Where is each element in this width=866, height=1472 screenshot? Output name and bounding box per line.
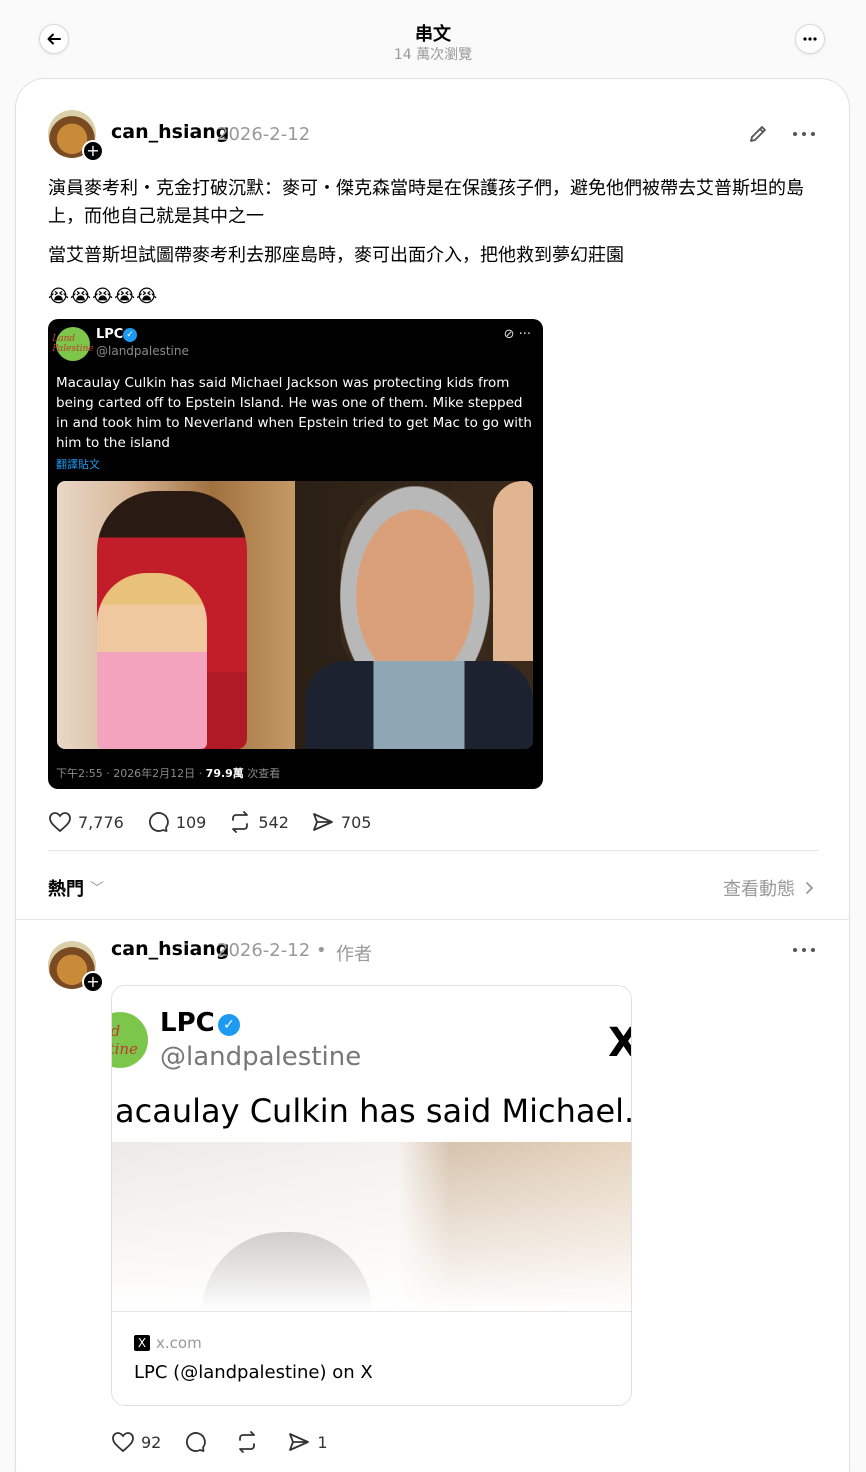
reply-more-icon[interactable] (792, 945, 816, 955)
edit-pencil-icon[interactable] (747, 123, 769, 145)
chevron-down-icon: ﹀ (90, 881, 104, 897)
follow-plus-icon[interactable]: + (82, 140, 104, 162)
post-actions: 7,776 109 542 705 (48, 809, 393, 835)
like-button[interactable]: 92 (111, 1431, 161, 1453)
x-logo-icon: X (608, 1020, 631, 1066)
post-paragraph-1: 演員麥考利・克金打破沉默：麥可・傑克森當時是在保護孩子們，避免他們被帶去艾普斯坦… (48, 178, 804, 227)
reply-button[interactable]: 109 (146, 811, 207, 833)
comment-icon (148, 812, 169, 832)
avatar[interactable]: + (48, 110, 104, 162)
tweet-avatar: Land Palestine (52, 327, 94, 361)
repost-button[interactable]: 542 (228, 811, 289, 833)
post-date: 2026-2-12 (217, 124, 311, 145)
comment-icon (186, 1432, 207, 1452)
like-count: 7,776 (78, 812, 124, 832)
link-preview-card[interactable]: and estine LPC ✓ @landpalestine X acaula… (111, 985, 632, 1406)
view-count: 14 萬次瀏覽 (393, 47, 473, 63)
send-icon (289, 1433, 310, 1451)
page-more-button[interactable] (795, 24, 825, 54)
link-title: LPC (@landpalestine) on X (134, 1362, 373, 1383)
post-username[interactable]: can_hsiang (111, 121, 229, 143)
link-preview-image: and estine LPC ✓ @landpalestine X acaula… (112, 986, 632, 1311)
tweet-author-name: LPC (96, 327, 124, 342)
page-title: 串文 (415, 24, 451, 45)
tweet-translate-link: 翻譯貼文 (56, 458, 100, 471)
separator-dot: • (316, 940, 327, 961)
preview-author-name: LPC (160, 1008, 215, 1038)
repost-icon (239, 1431, 256, 1453)
preview-text: acaulay Culkin has said Michael... (115, 1092, 632, 1130)
send-icon (313, 813, 333, 831)
x-logo-icon: X (134, 1335, 150, 1351)
reply-actions: 92 1 (111, 1429, 350, 1455)
sort-dropdown[interactable]: 熱門 ﹀ (48, 875, 104, 901)
tweet-screenshot-image[interactable]: Land Palestine LPC ✓ @landpalestine ⊘ ··… (48, 319, 543, 789)
more-horizontal-icon (803, 37, 817, 41)
reply-count: 109 (175, 812, 207, 832)
post-more-icon[interactable] (792, 129, 816, 139)
tweet-handle: @landpalestine (96, 344, 189, 358)
reply-date: 2026-2-12 (217, 940, 311, 961)
share-count: 705 (340, 812, 372, 832)
share-button[interactable]: 705 (311, 811, 372, 833)
thread-card: + can_hsiang 2026-2-12 演員麥考利・克金打破沉默：麥可・傑… (15, 78, 850, 1472)
sort-label: 熱門 (48, 879, 84, 900)
top-bar: 串文 14 萬次瀏覽 (0, 0, 866, 78)
tweet-photo-right (295, 481, 533, 749)
reply-avatar[interactable]: + (48, 941, 104, 993)
heart-icon (112, 1432, 134, 1453)
repost-button[interactable] (235, 1431, 265, 1453)
section-divider (16, 919, 849, 920)
tweet-photo-left (57, 481, 295, 749)
preview-photo (112, 1142, 631, 1311)
repost-count: 542 (258, 812, 289, 832)
reply-button[interactable] (183, 1431, 213, 1453)
reply-username[interactable]: can_hsiang (111, 938, 229, 960)
divider (112, 1311, 631, 1312)
tweet-grok-more-icon: ⊘ ··· (503, 327, 531, 342)
heart-icon (49, 812, 71, 833)
repost-icon (232, 811, 249, 833)
share-count: 1 (317, 1432, 328, 1452)
domain-text: x.com (156, 1334, 202, 1352)
follow-plus-icon[interactable]: + (82, 971, 104, 993)
share-button[interactable]: 1 (287, 1431, 328, 1453)
like-button[interactable]: 7,776 (48, 811, 124, 833)
tweet-footer: 下午2:55 · 2026年2月12日 · 79.9萬 次查看 (56, 767, 281, 780)
author-tag: 作者 (336, 944, 372, 965)
chevron-right-icon (806, 882, 814, 894)
verified-badge-icon: ✓ (218, 1014, 240, 1036)
view-activity-label: 查看動態 (723, 879, 795, 900)
verified-badge-icon: ✓ (123, 328, 137, 342)
view-activity-link[interactable]: 查看動態 (723, 875, 817, 901)
like-count: 92 (141, 1432, 162, 1452)
link-domain: X x.com (134, 1334, 202, 1352)
divider (48, 850, 818, 851)
post-emoji: 😭😭😭😭😭 (48, 286, 159, 307)
tweet-text: Macaulay Culkin has said Michael Jackson… (56, 375, 532, 451)
post-paragraph-2: 當艾普斯坦試圖帶麥考利去那座島時，麥可出面介入，把他救到夢幻莊園 (48, 245, 624, 266)
preview-handle: @landpalestine (160, 1042, 362, 1072)
preview-avatar: and estine (112, 1012, 148, 1068)
